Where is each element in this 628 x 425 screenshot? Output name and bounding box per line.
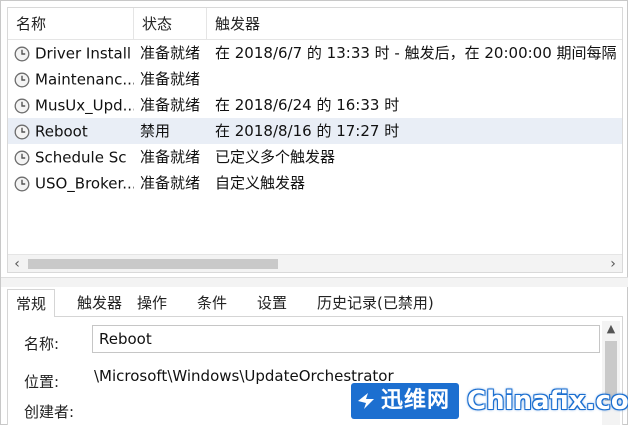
clock-icon [14, 44, 30, 62]
watermark-badge: 迅维网 [351, 383, 459, 419]
table-row[interactable]: Reboot 禁用 在 2018/8/16 的 17:27 时 [8, 118, 622, 144]
watermark-en: Chinafix.com [467, 386, 628, 416]
author-label: 创建者: [24, 403, 75, 421]
tab-0[interactable]: 常规 [7, 289, 56, 318]
column-header-name[interactable]: 名称 [8, 8, 134, 40]
horizontal-scrollbar[interactable]: ‹ › [8, 254, 622, 272]
task-status: 禁用 [140, 122, 171, 140]
task-name-cell: Schedule Sc [14, 144, 134, 170]
tab-2[interactable]: 操作 [129, 289, 175, 317]
task-list: 名称 状态 触发器 Driver Install 准备就绪在 2018/6/7 的… [7, 7, 623, 273]
task-trigger: 在 2018/8/16 的 17:27 时 [215, 122, 400, 140]
task-trigger [215, 66, 622, 92]
task-trigger: 已定义多个触发器 [215, 148, 336, 166]
task-status: 准备就绪 [140, 174, 201, 192]
task-name: Schedule Sc [35, 148, 127, 167]
task-status: 准备就绪 [140, 96, 201, 114]
table-row[interactable]: Driver Install 准备就绪在 2018/6/7 的 13:33 时 -… [8, 40, 622, 66]
watermark-cn: 迅维网 [381, 388, 451, 413]
task-trigger: 在 2018/6/7 的 13:33 时 - 触发后，在 20:00:00 期间… [215, 44, 623, 62]
task-name: Driver Install [35, 44, 132, 63]
tab-5[interactable]: 历史记录(已禁用) [309, 289, 442, 317]
table-row[interactable]: MusUx_Upd... 准备就绪在 2018/6/24 的 16:33 时 [8, 92, 622, 118]
tab-1[interactable]: 触发器 [69, 289, 130, 317]
name-label: 名称: [24, 335, 60, 353]
clock-icon [14, 174, 30, 192]
scroll-right-icon[interactable]: › [604, 255, 622, 272]
scroll-left-icon[interactable]: ‹ [8, 255, 26, 272]
clock-icon [14, 148, 30, 166]
column-header-status[interactable]: 状态 [134, 8, 207, 40]
scroll-thumb[interactable] [28, 259, 278, 269]
table-row[interactable]: Maintenanc... 准备就绪 [8, 66, 622, 92]
table-row[interactable]: USO_Broker... 准备就绪 自定义触发器 [8, 170, 622, 196]
clock-icon [14, 122, 30, 140]
task-name-cell: MusUx_Upd... [14, 92, 134, 118]
task-name-cell: Driver Install [14, 40, 134, 66]
task-name-cell: USO_Broker... [14, 170, 134, 196]
task-trigger: 自定义触发器 [215, 174, 306, 192]
task-name: Maintenanc... [35, 70, 134, 89]
task-name-cell: Reboot [14, 118, 134, 144]
lightning-arrow-icon [358, 393, 374, 409]
name-field[interactable]: Reboot [92, 325, 600, 353]
scroll-up-icon[interactable]: ▲ [602, 321, 620, 337]
task-status: 准备就绪 [140, 148, 201, 166]
task-name: USO_Broker... [35, 174, 134, 193]
task-trigger: 在 2018/6/24 的 16:33 时 [215, 96, 400, 114]
clock-icon [14, 96, 30, 114]
watermark: 迅维网 Chinafix.com [351, 379, 628, 425]
clock-icon [14, 70, 30, 88]
task-status: 准备就绪 [140, 70, 201, 88]
column-header-triggers[interactable]: 触发器 [207, 8, 622, 40]
tab-4[interactable]: 设置 [249, 289, 295, 317]
pane-splitter[interactable] [1, 277, 628, 287]
task-scheduler-window: 名称 状态 触发器 Driver Install 准备就绪在 2018/6/7 的… [0, 0, 628, 425]
task-name: MusUx_Upd... [35, 96, 134, 115]
detail-tabs: 常规 触发器 操作 条件 设置 历史记录(已禁用) [7, 289, 623, 318]
task-list-header: 名称 状态 触发器 [8, 8, 622, 40]
task-name-cell: Maintenanc... [14, 66, 134, 92]
location-value: \Microsoft\Windows\UpdateOrchestrator [94, 367, 394, 385]
tab-3[interactable]: 条件 [189, 289, 235, 317]
task-rows: Driver Install 准备就绪在 2018/6/7 的 13:33 时 -… [8, 40, 622, 196]
task-status: 准备就绪 [140, 44, 201, 62]
table-row[interactable]: Schedule Sc 准备就绪 已定义多个触发器 [8, 144, 622, 170]
task-name: Reboot [35, 122, 88, 141]
location-label: 位置: [24, 373, 60, 391]
